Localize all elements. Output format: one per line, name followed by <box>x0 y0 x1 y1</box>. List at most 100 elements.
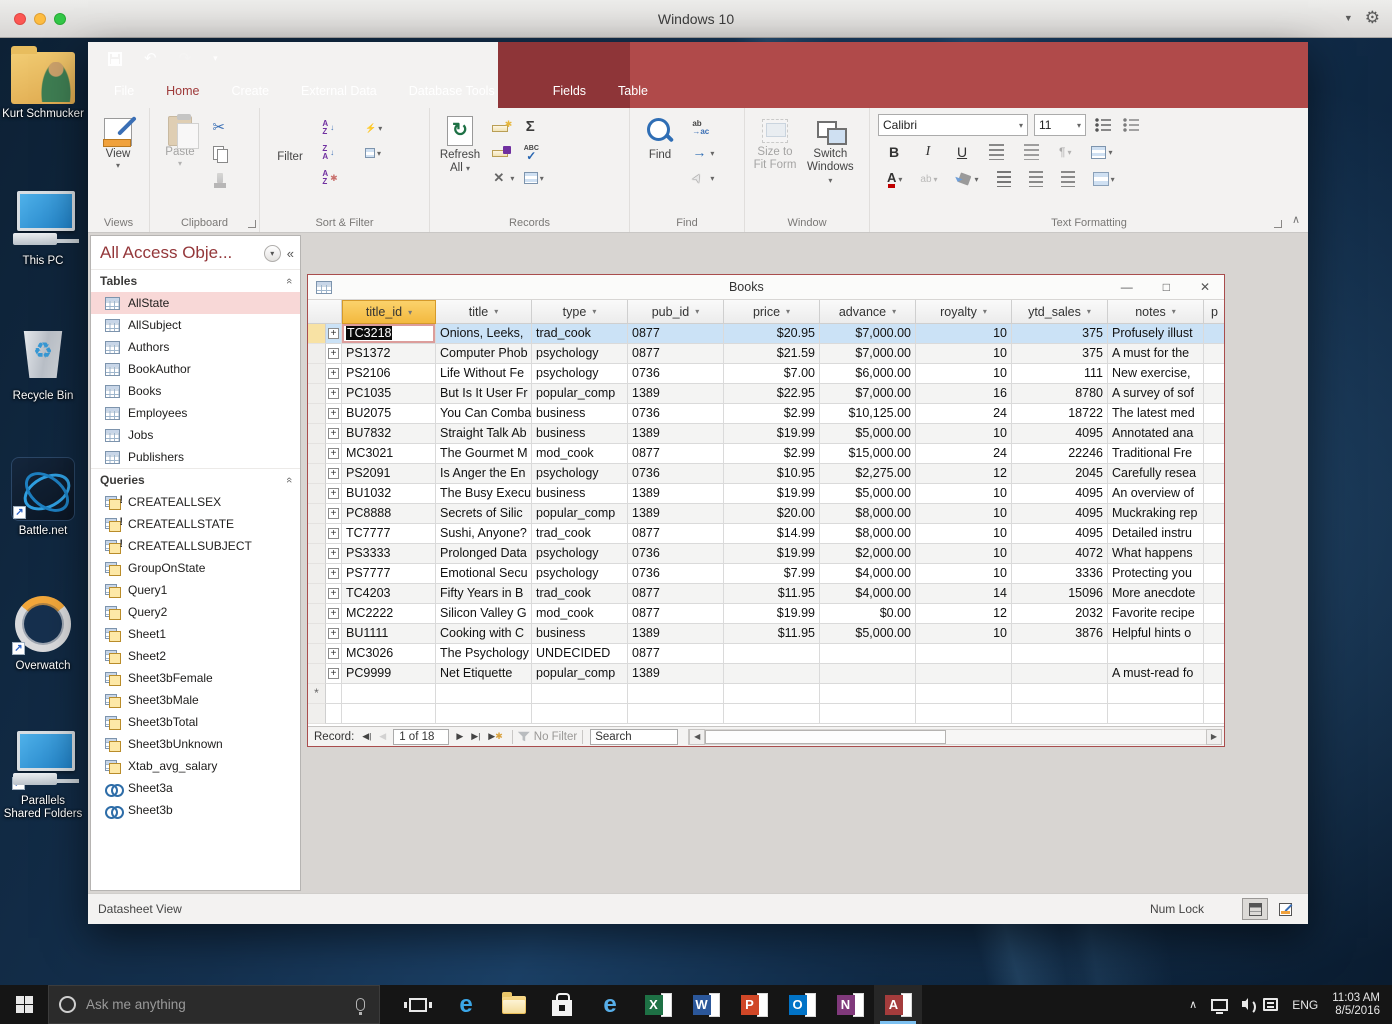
tab-external-data[interactable]: External Data <box>285 75 393 108</box>
cell-empty[interactable] <box>916 684 1012 704</box>
cell-ytd_sales[interactable]: 8780 <box>1012 384 1108 404</box>
cell-title[interactable]: Silicon Valley G <box>436 604 532 624</box>
cell-price[interactable] <box>724 664 820 684</box>
nav-table-allsubject[interactable]: AllSubject <box>91 314 300 336</box>
expand-cell[interactable]: + <box>326 464 342 484</box>
view-button[interactable]: View▾ <box>92 112 144 170</box>
cell-royalty[interactable]: 14 <box>916 584 1012 604</box>
cell-price[interactable]: $20.95 <box>724 324 820 344</box>
find-button[interactable]: Find <box>634 112 686 162</box>
cell-ytd_sales[interactable]: 2045 <box>1012 464 1108 484</box>
paste-button[interactable]: Paste▾ <box>154 112 206 168</box>
taskbar-file-explorer[interactable] <box>490 985 538 1024</box>
taskbar-store[interactable] <box>538 985 586 1024</box>
cell-price[interactable]: $11.95 <box>724 584 820 604</box>
row-selector[interactable] <box>308 384 326 404</box>
cell-notes[interactable]: A must for the <box>1108 344 1204 364</box>
cell-royalty[interactable]: 10 <box>916 544 1012 564</box>
cell-advance[interactable]: $2,000.00 <box>820 544 916 564</box>
cell-price[interactable]: $14.99 <box>724 524 820 544</box>
taskbar-onenote[interactable]: N <box>826 985 874 1024</box>
nav-query-grouponstate[interactable]: GroupOnState <box>91 557 300 579</box>
nav-table-allstate[interactable]: AllState <box>91 292 300 314</box>
font-name-combo[interactable]: Calibri▾ <box>878 114 1028 136</box>
decrease-indent-button[interactable] <box>1021 141 1042 163</box>
taskbar-powerpoint[interactable]: P <box>730 985 778 1024</box>
cell-royalty[interactable]: 10 <box>916 624 1012 644</box>
switch-windows-button[interactable]: Switch Windows ▾ <box>804 112 856 187</box>
horizontal-scrollbar[interactable]: ◀ ▶ <box>688 729 1222 745</box>
font-color-button[interactable]: A▾ <box>884 168 905 190</box>
cell-title[interactable]: The Gourmet M <box>436 444 532 464</box>
nav-query-sheet3bmale[interactable]: Sheet3bMale <box>91 689 300 711</box>
cell-title_id[interactable]: MC3021 <box>342 444 436 464</box>
cell-p_partial[interactable] <box>1204 404 1224 424</box>
cell-title[interactable]: Life Without Fe <box>436 364 532 384</box>
numbering-button[interactable] <box>1120 114 1142 136</box>
cell-title_id[interactable]: PC8888 <box>342 504 436 524</box>
cell-notes[interactable]: Muckraking rep <box>1108 504 1204 524</box>
cell-title_id[interactable]: PS3333 <box>342 544 436 564</box>
nav-query-sheet3bfemale[interactable]: Sheet3bFemale <box>91 667 300 689</box>
cell-title_id[interactable]: PC9999 <box>342 664 436 684</box>
nav-table-authors[interactable]: Authors <box>91 336 300 358</box>
cell-price[interactable]: $22.95 <box>724 384 820 404</box>
align-left-button[interactable] <box>994 168 1014 190</box>
cell-p_partial[interactable] <box>1204 584 1224 604</box>
gear-icon[interactable]: ⚙ <box>1365 8 1380 28</box>
action-center-icon[interactable] <box>1263 998 1278 1011</box>
align-center-button[interactable] <box>1026 168 1046 190</box>
nav-table-employees[interactable]: Employees <box>91 402 300 424</box>
cell-title[interactable]: Cooking with C <box>436 624 532 644</box>
bold-button[interactable]: B <box>884 144 904 160</box>
cell-ytd_sales[interactable]: 4095 <box>1012 524 1108 544</box>
cell-price[interactable]: $11.95 <box>724 624 820 644</box>
cell-title_id[interactable]: TC4203 <box>342 584 436 604</box>
cell-notes[interactable]: Annotated ana <box>1108 424 1204 444</box>
books-minimize-button[interactable]: — <box>1121 280 1133 294</box>
row-selector[interactable] <box>308 444 326 464</box>
cell-empty[interactable] <box>820 684 916 704</box>
expand-cell[interactable]: + <box>326 604 342 624</box>
cell-title_id[interactable]: PS2091 <box>342 464 436 484</box>
cell-p_partial[interactable] <box>1204 364 1224 384</box>
cell-advance[interactable]: $8,000.00 <box>820 504 916 524</box>
cell-ytd_sales[interactable]: 15096 <box>1012 584 1108 604</box>
refresh-all-button[interactable]: Refresh All ▾ <box>434 112 486 175</box>
cell-ytd_sales[interactable]: 4072 <box>1012 544 1108 564</box>
tray-overflow-icon[interactable]: ∧ <box>1189 998 1197 1011</box>
cell-p_partial[interactable] <box>1204 384 1224 404</box>
cell-title[interactable]: Onions, Leeks, <box>436 324 532 344</box>
cell-type[interactable]: business <box>532 424 628 444</box>
cell-advance[interactable] <box>820 644 916 664</box>
nav-query-sheet2[interactable]: Sheet2 <box>91 645 300 667</box>
nav-table-books[interactable]: Books <box>91 380 300 402</box>
cell-pub_id[interactable]: 0877 <box>628 644 724 664</box>
cell-title[interactable]: Secrets of Silic <box>436 504 532 524</box>
cell-title[interactable]: Emotional Secu <box>436 564 532 584</box>
cell-pub_id[interactable]: 0736 <box>628 564 724 584</box>
cell-notes[interactable]: Detailed instru <box>1108 524 1204 544</box>
cell-p_partial[interactable] <box>1204 504 1224 524</box>
expand-cell[interactable]: + <box>326 364 342 384</box>
expand-cell[interactable]: + <box>326 504 342 524</box>
cell-pub_id[interactable]: 1389 <box>628 504 724 524</box>
cell-notes[interactable]: A survey of sof <box>1108 384 1204 404</box>
format-painter-button[interactable] <box>209 167 231 189</box>
cell-type[interactable]: psychology <box>532 544 628 564</box>
first-record-button[interactable]: ◀| <box>358 731 375 742</box>
row-selector[interactable] <box>308 344 326 364</box>
cell-royalty[interactable]: 12 <box>916 604 1012 624</box>
new-record-button[interactable] <box>489 117 517 139</box>
cell-ytd_sales[interactable] <box>1012 644 1108 664</box>
datasheet-view-button[interactable] <box>1242 898 1268 920</box>
text-formatting-dialog-launcher[interactable] <box>1274 220 1282 228</box>
cell-title_id[interactable]: PS1372 <box>342 344 436 364</box>
cell-pub_id[interactable]: 0736 <box>628 544 724 564</box>
row-selector[interactable] <box>308 504 326 524</box>
nav-table-publishers[interactable]: Publishers <box>91 446 300 468</box>
cell-empty[interactable] <box>724 684 820 704</box>
cell-type[interactable]: business <box>532 404 628 424</box>
cell-title_id[interactable]: BU1032 <box>342 484 436 504</box>
cell-type[interactable]: trad_cook <box>532 324 628 344</box>
